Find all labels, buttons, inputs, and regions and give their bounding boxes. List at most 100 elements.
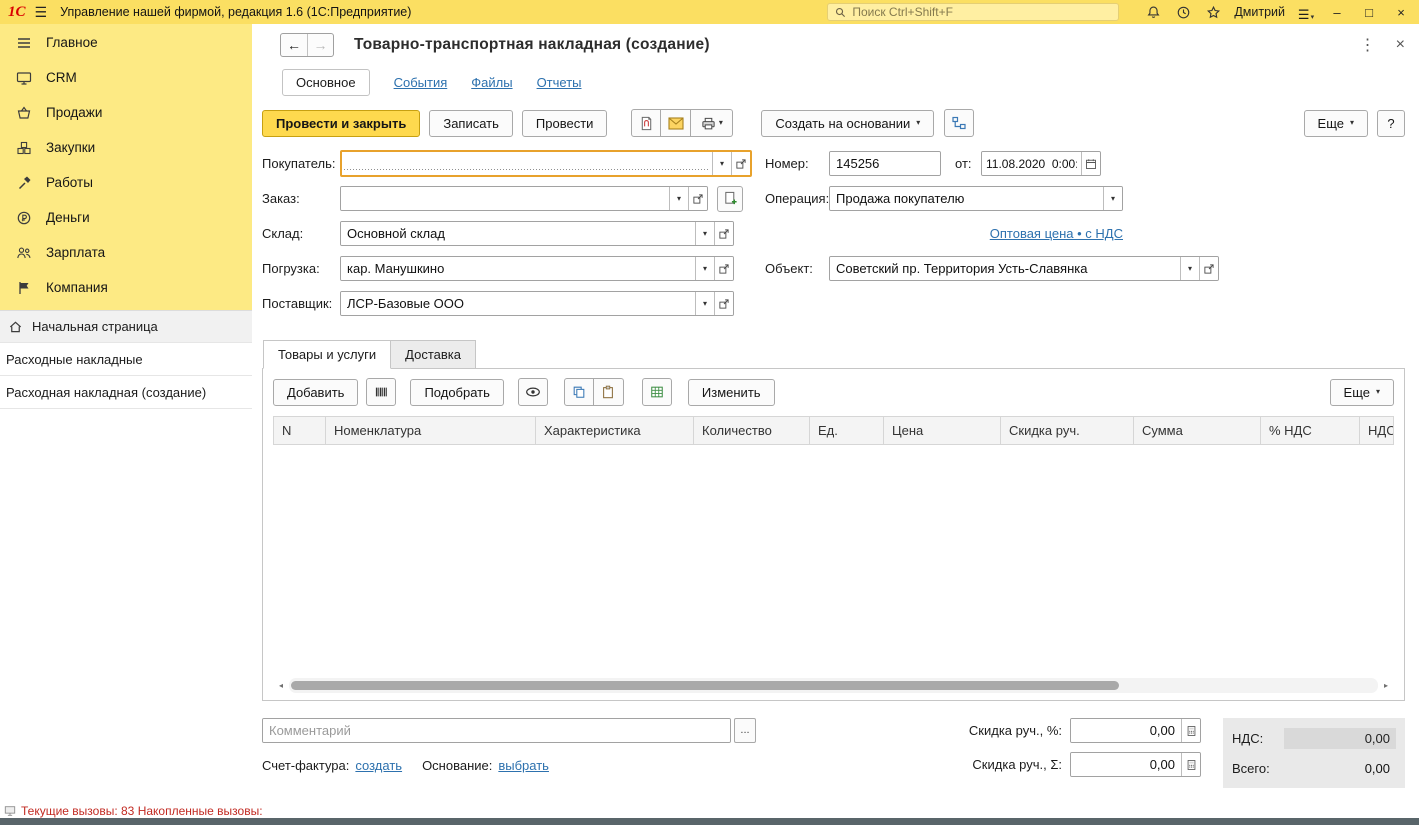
discount-sum-input[interactable] [1071, 753, 1181, 776]
order-dropdown-button[interactable]: ▾ [669, 187, 688, 210]
sidebar-item-raboty[interactable]: Работы [0, 165, 252, 200]
col-price[interactable]: Цена [884, 417, 1001, 445]
warehouse-open-button[interactable] [714, 222, 733, 245]
object-dropdown-button[interactable]: ▾ [1180, 257, 1199, 280]
operation-dropdown-button[interactable]: ▾ [1103, 187, 1122, 210]
col-manual-discount[interactable]: Скидка руч. [1001, 417, 1134, 445]
paste-row-button[interactable] [594, 378, 624, 406]
attached-files-button[interactable] [631, 109, 661, 137]
post-and-close-button[interactable]: Провести и закрыть [262, 110, 420, 137]
spreadsheet-button[interactable] [642, 378, 672, 406]
tab-goods-services[interactable]: Товары и услуги [263, 340, 391, 369]
col-amount[interactable]: Сумма [1134, 417, 1261, 445]
calendar-button[interactable] [1081, 152, 1100, 175]
back-button[interactable]: ← [281, 34, 307, 56]
order-open-button[interactable] [688, 187, 707, 210]
supplier-input[interactable] [341, 292, 695, 315]
loading-dropdown-button[interactable]: ▾ [695, 257, 714, 280]
post-button[interactable]: Провести [522, 110, 608, 137]
discount-percent-input[interactable] [1071, 719, 1181, 742]
tab-files[interactable]: Файлы [471, 75, 512, 90]
forward-button[interactable]: → [307, 34, 333, 56]
col-quantity[interactable]: Количество [694, 417, 810, 445]
sidebar-item-home[interactable]: Начальная страница [0, 310, 252, 343]
more-button[interactable]: Еще ▾ [1304, 110, 1368, 137]
scroll-left-button[interactable]: ◂ [273, 678, 289, 693]
preview-button[interactable] [518, 378, 548, 406]
help-button[interactable]: ? [1377, 110, 1405, 137]
create-order-button[interactable] [717, 186, 743, 212]
window-close-button[interactable]: × [1391, 5, 1411, 20]
search-input[interactable] [852, 5, 1112, 19]
notifications-button[interactable] [1144, 3, 1162, 21]
col-unit[interactable]: Ед. [810, 417, 884, 445]
tab-reports[interactable]: Отчеты [537, 75, 582, 90]
number-input[interactable] [830, 152, 940, 175]
scroll-right-button[interactable]: ▸ [1378, 678, 1394, 693]
warehouse-dropdown-button[interactable]: ▾ [695, 222, 714, 245]
price-type-link[interactable]: Оптовая цена • с НДС [990, 226, 1123, 241]
date-input[interactable] [982, 152, 1081, 175]
edit-row-button[interactable]: Изменить [688, 379, 775, 406]
comment-expand-button[interactable]: ... [734, 718, 756, 743]
history-button[interactable] [1174, 3, 1192, 21]
warehouse-input[interactable] [341, 222, 695, 245]
sidebar-item-dengi[interactable]: Деньги [0, 200, 252, 235]
sidebar-item-glavnoe[interactable]: Главное [0, 25, 252, 60]
form-close-button[interactable]: × [1396, 36, 1405, 54]
mail-icon [668, 117, 684, 130]
items-more-button[interactable]: Еще ▾ [1330, 379, 1394, 406]
comment-input[interactable] [263, 719, 730, 742]
buyer-open-button[interactable] [731, 152, 750, 175]
sidebar-item-prodazhi[interactable]: Продажи [0, 95, 252, 130]
scrollbar-thumb[interactable] [291, 681, 1119, 690]
sidebar-item-zarplata[interactable]: Зарплата [0, 235, 252, 270]
form-more-menu-button[interactable]: ⋮ [1360, 35, 1376, 55]
buyer-field: ▾ [340, 150, 752, 177]
buyer-dropdown-button[interactable]: ▾ [712, 152, 731, 175]
order-input[interactable] [341, 187, 669, 210]
write-button[interactable]: Записать [429, 110, 513, 137]
col-n[interactable]: N [274, 417, 326, 445]
base-select-link[interactable]: выбрать [498, 758, 549, 773]
col-characteristic[interactable]: Характеристика [536, 417, 694, 445]
minimize-button[interactable]: – [1327, 5, 1347, 20]
global-search[interactable] [827, 3, 1119, 21]
related-documents-button[interactable] [944, 109, 974, 137]
operation-input[interactable] [830, 187, 1103, 210]
discount-sum-calc-button[interactable] [1181, 753, 1200, 776]
scrollbar-track[interactable] [289, 678, 1378, 693]
copy-row-button[interactable] [564, 378, 594, 406]
col-nomenclature[interactable]: Номенклатура [326, 417, 536, 445]
buyer-input[interactable] [342, 152, 712, 175]
service-menu-button[interactable]: ☰▾ [1297, 3, 1315, 21]
supplier-open-button[interactable] [714, 292, 733, 315]
send-email-button[interactable] [661, 109, 691, 137]
discount-percent-calc-button[interactable] [1181, 719, 1200, 742]
maximize-button[interactable]: □ [1359, 5, 1379, 20]
object-open-button[interactable] [1199, 257, 1218, 280]
tab-delivery[interactable]: Доставка [391, 340, 476, 369]
sidebar-item-zakupki[interactable]: Закупки [0, 130, 252, 165]
col-vat[interactable]: НДС [1360, 417, 1394, 445]
sidebar-item-kompaniya[interactable]: Компания [0, 270, 252, 305]
loading-input[interactable] [341, 257, 695, 280]
loading-open-button[interactable] [714, 257, 733, 280]
current-user[interactable]: Дмитрий [1234, 5, 1285, 19]
invoice-create-link[interactable]: создать [355, 758, 402, 773]
create-on-base-button[interactable]: Создать на основании ▾ [761, 110, 934, 137]
main-menu-button[interactable]: ☰ [35, 5, 48, 19]
sidebar-item-crm[interactable]: CRM [0, 60, 252, 95]
tab-main[interactable]: Основное [282, 69, 370, 96]
pick-items-button[interactable]: Подобрать [410, 379, 503, 406]
favorites-button[interactable] [1204, 3, 1222, 21]
sidebar-item-expense-invoice-new[interactable]: Расходная накладная (создание) [0, 376, 252, 409]
supplier-dropdown-button[interactable]: ▾ [695, 292, 714, 315]
col-vat-percent[interactable]: % НДС [1261, 417, 1360, 445]
object-input[interactable] [830, 257, 1180, 280]
print-button[interactable]: ▾ [691, 109, 733, 137]
sidebar-item-expense-invoices[interactable]: Расходные накладные [0, 343, 252, 376]
tab-events[interactable]: События [394, 75, 448, 90]
barcode-scan-button[interactable] [366, 378, 396, 406]
add-row-button[interactable]: Добавить [273, 379, 358, 406]
